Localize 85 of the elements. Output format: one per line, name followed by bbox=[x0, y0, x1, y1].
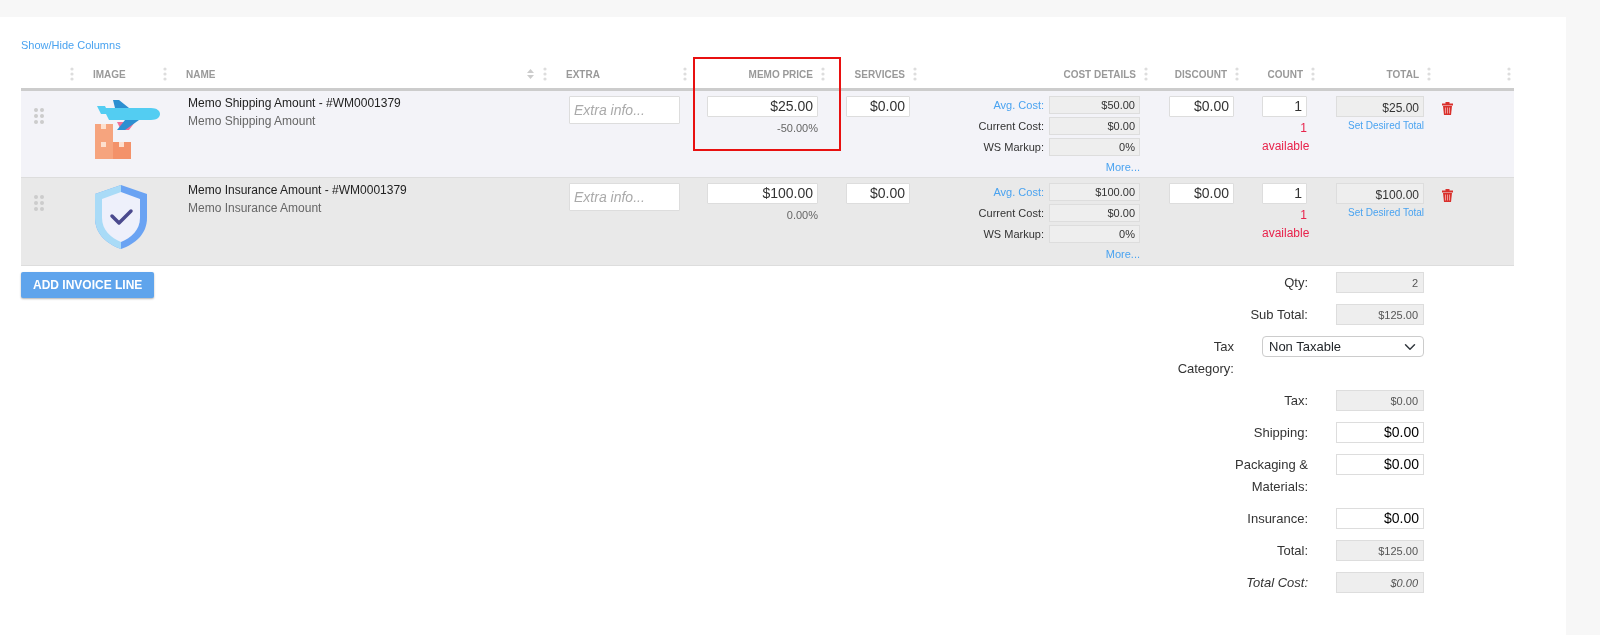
memo-price-field[interactable]: $100.00 bbox=[707, 183, 818, 204]
availability-text: 1 available bbox=[1262, 207, 1307, 242]
column-header[interactable]: COUNT bbox=[1267, 66, 1303, 82]
column-handle-icon[interactable] bbox=[821, 67, 825, 81]
line-total-field: $100.00 bbox=[1336, 183, 1424, 204]
column-header[interactable]: SERVICES bbox=[854, 66, 905, 82]
column-handle-icon[interactable] bbox=[1427, 67, 1431, 81]
summary-value-field: 2 bbox=[1336, 272, 1424, 293]
cost-label-link[interactable]: Avg. Cost: bbox=[993, 183, 1044, 201]
drag-handle-icon[interactable] bbox=[34, 107, 44, 124]
count-field[interactable]: 1 bbox=[1262, 183, 1307, 204]
price-change-percent: 0.00% bbox=[786, 208, 818, 223]
line-total-field: $25.00 bbox=[1336, 96, 1424, 117]
cost-value: 0% bbox=[1049, 225, 1140, 243]
summary-value-field: $125.00 bbox=[1336, 304, 1424, 325]
column-header[interactable]: IMAGE bbox=[93, 66, 126, 82]
table-row[interactable]: Memo Insurance Amount - #WM0001379 Memo Insurance Amount Extra info... $100.00 0.00% $0.00 Avg. Cost: $100.00 Current Cost: $0.00 WS Markup: 0% More... $0.00 1 1 available $100.00 Set Desired Total bbox=[21, 178, 1514, 266]
column-handle-icon[interactable] bbox=[543, 67, 547, 81]
column-handle-icon[interactable] bbox=[1507, 67, 1511, 81]
summary-label: Tax Category: bbox=[1176, 338, 1234, 378]
extra-info-field[interactable]: Extra info... bbox=[569, 183, 680, 211]
column-header[interactable]: EXTRA bbox=[566, 66, 600, 82]
summary-label: Total: bbox=[1275, 542, 1308, 560]
summary-label: Sub Total: bbox=[1249, 306, 1308, 324]
column-header[interactable]: COST DETAILS bbox=[1063, 66, 1136, 82]
product-name: Memo Shipping Amount - #WM0001379 bbox=[188, 95, 402, 112]
show-hide-columns-link[interactable]: Show/Hide Columns bbox=[21, 39, 121, 51]
column-handle-icon[interactable] bbox=[913, 67, 917, 81]
summary-input-field[interactable]: $0.00 bbox=[1336, 508, 1424, 529]
extra-info-field[interactable]: Extra info... bbox=[569, 96, 680, 124]
column-handle-icon[interactable] bbox=[1144, 67, 1148, 81]
product-subtitle: Memo Shipping Amount bbox=[188, 113, 317, 130]
set-desired-total-link[interactable]: Set Desired Total bbox=[1348, 118, 1424, 133]
column-handle-icon[interactable] bbox=[683, 67, 687, 81]
cost-label: Current Cost: bbox=[978, 118, 1044, 134]
column-header[interactable]: NAME bbox=[186, 66, 216, 82]
cost-value: 0% bbox=[1049, 138, 1140, 156]
summary-value-field: $125.00 bbox=[1336, 540, 1424, 561]
column-handle-icon[interactable] bbox=[1235, 67, 1239, 81]
summary-label: Packaging & Materials: bbox=[1234, 456, 1308, 496]
cost-value: $0.00 bbox=[1049, 204, 1140, 222]
product-subtitle: Memo Insurance Amount bbox=[188, 200, 323, 217]
tax-category-select[interactable]: Non Taxable bbox=[1262, 336, 1424, 357]
count-field[interactable]: 1 bbox=[1262, 96, 1307, 117]
summary-label: Insurance: bbox=[1246, 510, 1308, 528]
column-header[interactable]: TOTAL bbox=[1386, 66, 1419, 82]
summary-input-field[interactable]: $0.00 bbox=[1336, 454, 1424, 475]
discount-field[interactable]: $0.00 bbox=[1169, 183, 1234, 204]
table-row[interactable]: Memo Shipping Amount - #WM0001379 Memo Shipping Amount Extra info... $25.00 -50.00% $0.00 Avg. Cost: $50.00 Current Cost: $0.00 WS Markup: 0% More... $0.00 1 1 available $25.00 Set Desired Total bbox=[21, 91, 1514, 178]
sort-icon[interactable] bbox=[526, 68, 535, 80]
column-handle-icon[interactable] bbox=[1311, 67, 1315, 81]
add-invoice-line-button[interactable]: ADD INVOICE LINE bbox=[21, 272, 155, 298]
cost-label: WS Markup: bbox=[983, 226, 1044, 242]
cost-value: $50.00 bbox=[1049, 96, 1140, 114]
summary-value-field: $0.00 bbox=[1336, 390, 1424, 411]
shield-check-icon bbox=[95, 185, 147, 249]
trash-icon[interactable] bbox=[1442, 102, 1453, 116]
column-handle-icon[interactable] bbox=[163, 67, 167, 81]
summary-input-field[interactable]: $0.00 bbox=[1336, 422, 1424, 443]
cost-label: Current Cost: bbox=[978, 205, 1044, 221]
cost-value: $100.00 bbox=[1049, 183, 1140, 201]
more-link[interactable]: More... bbox=[1105, 246, 1140, 263]
product-name: Memo Insurance Amount - #WM0001379 bbox=[188, 182, 408, 199]
column-handle-icon[interactable] bbox=[70, 67, 74, 81]
services-field[interactable]: $0.00 bbox=[846, 96, 910, 117]
cost-label-link[interactable]: Avg. Cost: bbox=[993, 96, 1044, 114]
more-link[interactable]: More... bbox=[1105, 159, 1140, 176]
drag-handle-icon[interactable] bbox=[34, 194, 44, 211]
plane-and-boxes-icon bbox=[95, 98, 161, 160]
availability-text: 1 available bbox=[1262, 120, 1307, 155]
memo-price-field[interactable]: $25.00 bbox=[707, 96, 818, 117]
set-desired-total-link[interactable]: Set Desired Total bbox=[1348, 205, 1424, 220]
cost-label: WS Markup: bbox=[983, 139, 1044, 155]
column-header[interactable]: DISCOUNT bbox=[1174, 66, 1227, 82]
summary-label: Tax: bbox=[1283, 392, 1308, 410]
summary-value-field: $0.00 bbox=[1336, 572, 1424, 593]
summary-label: Qty: bbox=[1283, 274, 1308, 292]
summary-label: Total Cost: bbox=[1245, 574, 1308, 592]
cost-value: $0.00 bbox=[1049, 117, 1140, 135]
discount-field[interactable]: $0.00 bbox=[1169, 96, 1234, 117]
column-header[interactable]: MEMO PRICE bbox=[748, 66, 813, 82]
trash-icon[interactable] bbox=[1442, 189, 1453, 203]
services-field[interactable]: $0.00 bbox=[846, 183, 910, 204]
summary-label: Shipping: bbox=[1252, 424, 1308, 442]
price-change-percent: -50.00% bbox=[777, 121, 818, 136]
